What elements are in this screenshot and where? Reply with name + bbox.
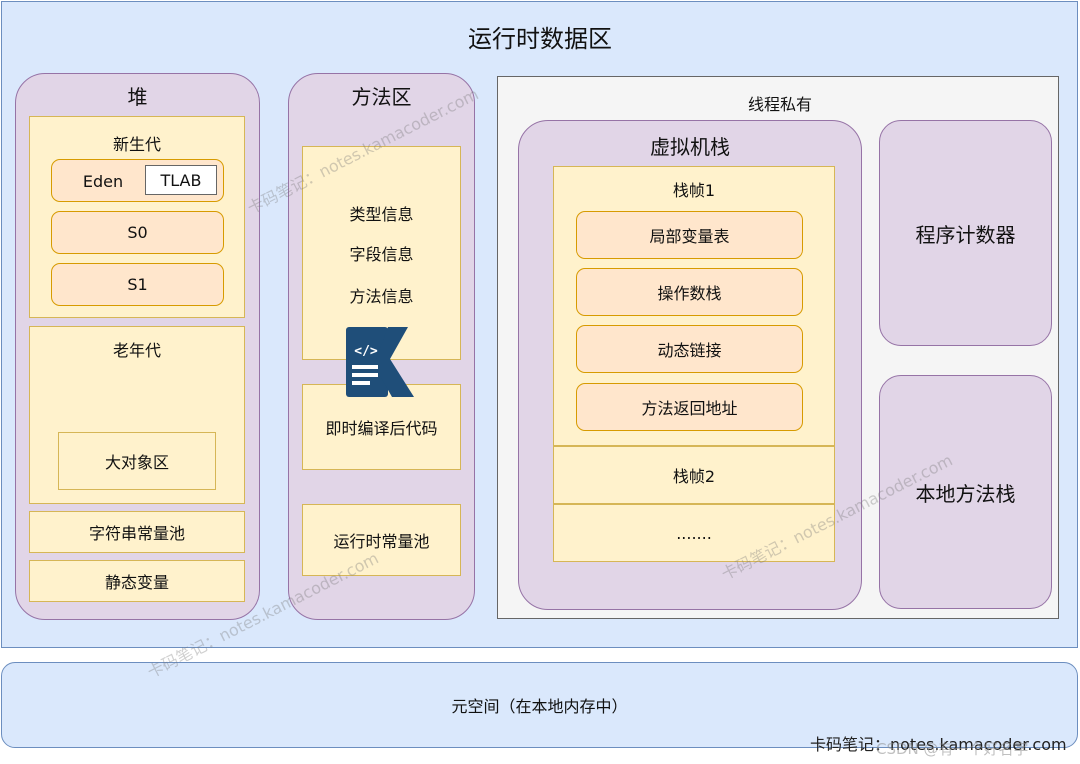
thread-private-title: 线程私有 <box>747 95 812 114</box>
page-title: 运行时数据区 <box>468 24 612 53</box>
vm-stack-title: 虚拟机栈 <box>650 134 730 159</box>
program-counter: 程序计数器 <box>879 120 1052 346</box>
young-generation-title: 新生代 <box>112 135 161 154</box>
old-generation-title: 老年代 <box>112 341 161 360</box>
csdn-watermark: CSDN @有一个好名字 <box>876 740 1029 758</box>
type-info-label: 类型信息 <box>349 205 414 224</box>
string-constant-pool: 字符串常量池 <box>29 511 245 553</box>
s1-box: S1 <box>51 263 224 306</box>
stack-frame-2: 栈帧2 <box>553 446 835 504</box>
s0-box: S0 <box>51 211 224 254</box>
operand-stack: 操作数栈 <box>576 268 803 316</box>
kamacoder-logo-icon <box>346 327 414 397</box>
return-address: 方法返回地址 <box>576 383 803 431</box>
dynamic-linking: 动态链接 <box>576 325 803 373</box>
large-object-area: 大对象区 <box>58 432 216 490</box>
logo-code-glyph: </> <box>354 343 378 359</box>
tlab-box: TLAB <box>145 165 217 195</box>
local-variable-table: 局部变量表 <box>576 211 803 259</box>
method-info-label: 方法信息 <box>349 287 414 306</box>
field-info-label: 字段信息 <box>349 245 414 264</box>
static-variables: 静态变量 <box>29 560 245 602</box>
heap-title: 堆 <box>127 84 148 109</box>
stack-frame-1-title: 栈帧1 <box>672 181 716 200</box>
eden-label: Eden <box>82 171 124 191</box>
